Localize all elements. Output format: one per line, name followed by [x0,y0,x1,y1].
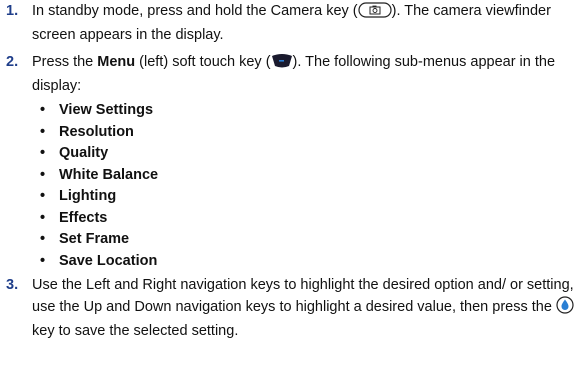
step-1: 1. In standby mode, press and hold the C… [6,1,581,46]
step-text: Use the Left and Right navigation keys t… [32,275,581,342]
submenu-list: • View Settings • Resolution • Quality • Whi… [32,100,581,272]
submenu-item: • White Balance [40,165,581,187]
bullet: • [40,252,46,269]
left-soft-key-icon [271,53,293,76]
submenu-item: • Set Frame [40,229,581,251]
step-number: 1. [6,3,19,19]
step-3-text-b: key to save the selected setting. [32,323,239,339]
submenu-item: • Quality [40,143,581,165]
bullet: • [40,102,46,118]
step-2-text-b: (left) soft touch key ( [135,54,271,70]
step-text: In standby mode, press and hold the Came… [32,1,581,46]
menu-key-label: Menu [97,54,136,70]
submenu-item-label: Set Frame [59,231,130,247]
step-number: 2. [6,54,19,70]
step-text: Press the Menu (left) soft touch key ().… [32,52,581,97]
bullet: • [40,145,46,161]
step-1-text-a: In standby mode, press and hold the Came… [32,3,358,19]
step-3-text-a: Use the Left and Right navigation keys t… [32,277,574,315]
instructions: 1. In standby mode, press and hold the C… [6,1,581,342]
step-2: 2. Press the Menu (left) soft touch key … [6,52,581,272]
submenu-item-label: View Settings [59,102,154,118]
submenu-item-label: Save Location [59,252,158,269]
submenu-item-label: Quality [59,145,109,161]
submenu-item: • Lighting [40,186,581,208]
camera-key-icon [358,2,392,25]
bullet: • [40,188,46,204]
submenu-item-label: Resolution [59,123,134,140]
submenu-item: • Resolution [40,122,581,144]
bullet: • [40,166,46,183]
submenu-item-label: White Balance [59,166,159,183]
submenu-item: • Effects [40,208,581,230]
bullet: • [40,231,46,247]
bullet: • [40,123,46,140]
submenu-item-label: Lighting [59,188,117,204]
step-number: 3. [6,277,19,293]
step-2-text-a: Press the [32,54,98,70]
submenu-item: • View Settings [40,100,581,122]
bullet: • [40,209,46,226]
submenu-item: • Save Location [40,251,581,273]
submenu-item-label: Effects [59,209,108,226]
ok-key-icon [556,296,574,321]
step-3: 3. Use the Left and Right navigation key… [6,275,581,342]
